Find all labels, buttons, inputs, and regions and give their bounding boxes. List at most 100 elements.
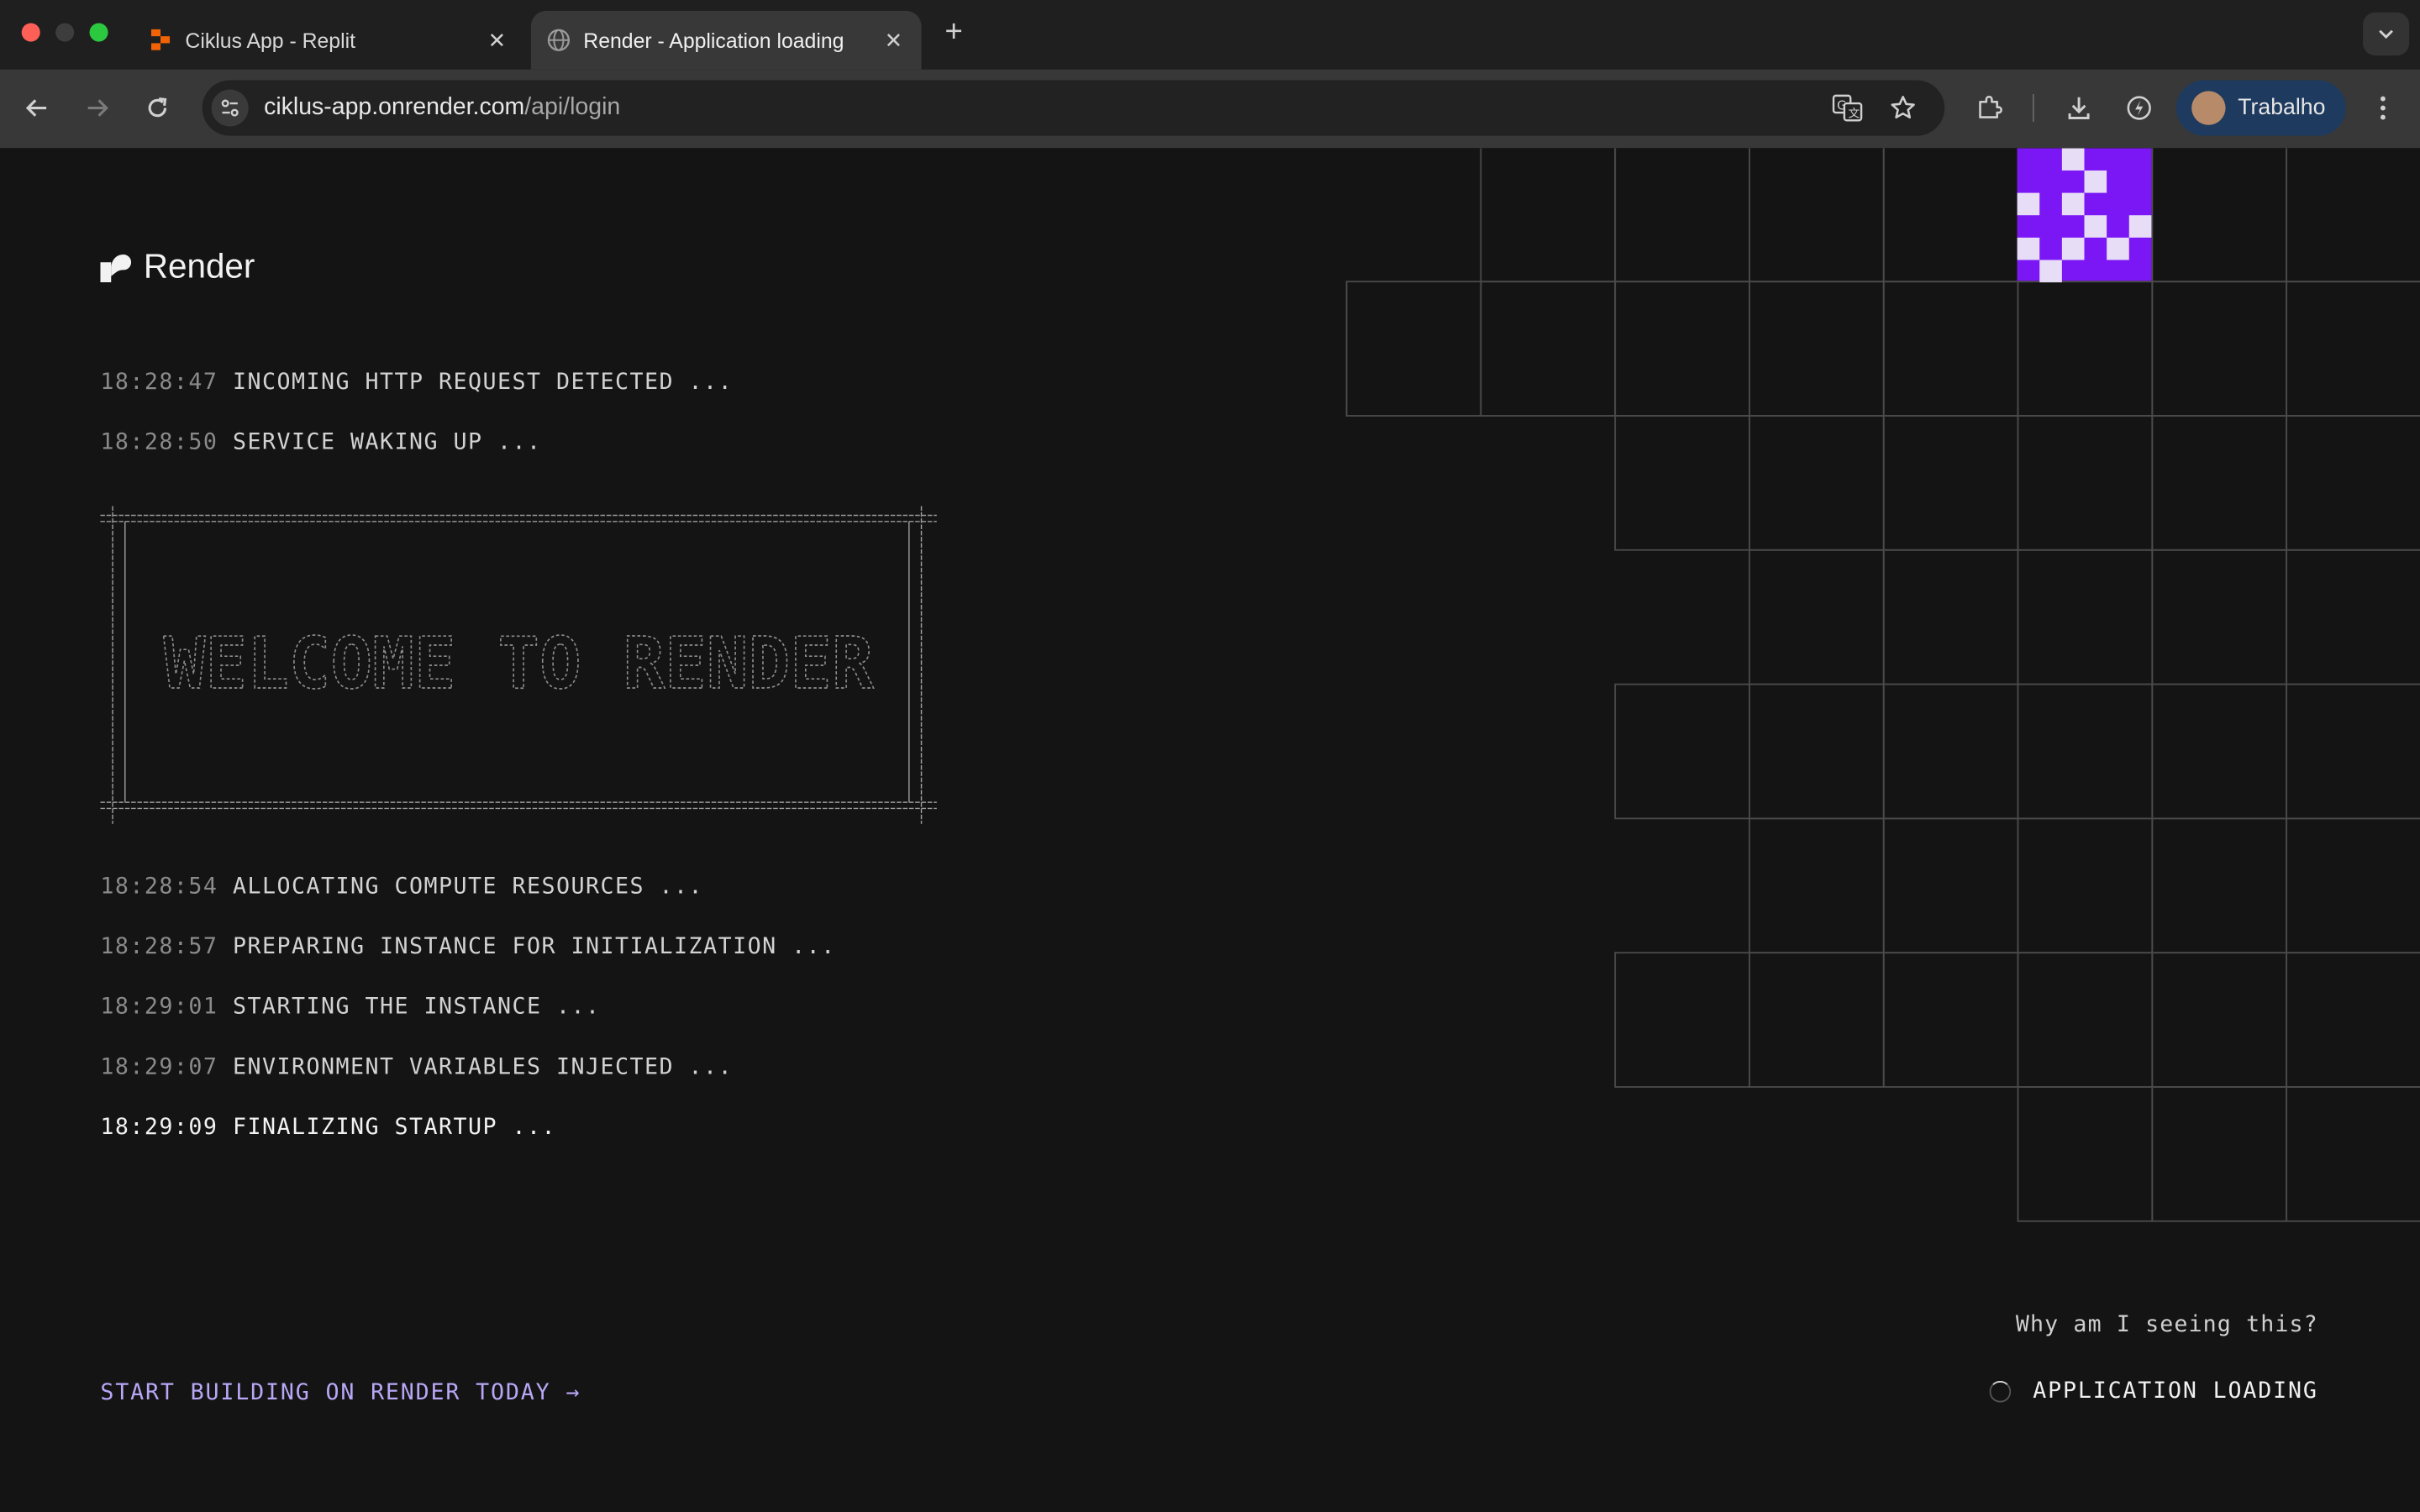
application-loading-status: APPLICATION LOADING xyxy=(1989,1379,2318,1404)
log-message: SERVICE WAKING UP ... xyxy=(232,430,542,455)
pixel-square xyxy=(2084,170,2107,193)
render-logo-icon xyxy=(100,255,132,283)
grid-cell xyxy=(1345,281,1482,417)
grid-cell xyxy=(1749,415,1885,551)
grid-cell xyxy=(2151,817,2288,954)
log-message: FINALIZING STARTUP ... xyxy=(232,1115,557,1141)
svg-text:文: 文 xyxy=(1848,108,1860,121)
grid-cell xyxy=(2151,549,2288,685)
performance-button[interactable] xyxy=(2119,88,2160,129)
grid-cell xyxy=(2151,952,2288,1088)
bookmark-star-icon[interactable] xyxy=(1889,94,1917,122)
log-time: 18:29:01 xyxy=(100,995,218,1021)
why-am-i-seeing-this-link[interactable]: Why am I seeing this? xyxy=(2016,1313,2318,1337)
grid-cell xyxy=(1749,549,1885,685)
back-button[interactable] xyxy=(17,88,57,129)
pixel-square xyxy=(2017,237,2040,260)
log-line-current: 18:29:09 FINALIZING STARTUP ... xyxy=(100,1116,556,1140)
grid-cell xyxy=(2286,415,2420,551)
log-message: INCOMING HTTP REQUEST DETECTED ... xyxy=(232,370,734,396)
tab-render-loading[interactable]: Render - Application loading ✕ xyxy=(530,10,922,70)
log-time: 18:29:09 xyxy=(100,1115,218,1141)
close-window-button[interactable] xyxy=(21,23,40,42)
menu-button[interactable] xyxy=(2363,88,2403,129)
grid-cell xyxy=(1614,415,1750,551)
grid-cell xyxy=(2151,281,2288,417)
pixel-square xyxy=(2061,237,2085,260)
globe-icon xyxy=(547,29,571,51)
url-host: ciklus-app.onrender.com xyxy=(264,94,525,121)
tab-ciklus-replit[interactable]: Ciklus App - Replit ✕ xyxy=(129,11,524,70)
url-text[interactable]: ciklus-app.onrender.com/api/login xyxy=(264,94,620,122)
grid-cell xyxy=(1749,952,1885,1088)
maximize-window-button[interactable] xyxy=(89,23,108,42)
tab-title: Ciklus App - Replit xyxy=(185,28,355,52)
tab-title: Render - Application loading xyxy=(583,28,844,52)
brand-name: Render xyxy=(143,246,255,286)
avatar xyxy=(2191,91,2226,125)
purple-pixel-block xyxy=(2017,148,2152,281)
grid-cell xyxy=(2017,817,2154,954)
grid-cell xyxy=(2286,281,2420,417)
render-loading-page: Render 18:28:47 INCOMING HTTP REQUEST DE… xyxy=(0,148,2420,1512)
puzzle-icon xyxy=(1979,95,2002,118)
log-time: 18:28:57 xyxy=(100,935,218,960)
chevron-down-icon xyxy=(2379,29,2393,39)
log-message: PREPARING INSTANCE FOR INITIALIZATION ..… xyxy=(232,935,836,960)
log-line: 18:28:50 SERVICE WAKING UP ... xyxy=(100,430,541,454)
decorative-grid xyxy=(1345,148,2420,1222)
welcome-ascii-banner: WELCOME TO RENDER xyxy=(100,506,937,824)
reload-icon xyxy=(148,97,167,118)
url-path: /api/login xyxy=(524,94,621,121)
toolbar-divider xyxy=(2032,94,2034,123)
start-building-link[interactable]: START BUILDING ON RENDER TODAY → xyxy=(100,1381,581,1405)
plus-icon[interactable]: + xyxy=(937,14,971,49)
grid-cell xyxy=(2017,1086,2154,1222)
grid-cell xyxy=(2151,683,2288,820)
grid-cell xyxy=(2286,817,2420,954)
grid-cell xyxy=(2017,683,2154,820)
grid-cell xyxy=(1480,148,1617,283)
kebab-menu-icon xyxy=(2380,96,2386,120)
log-line: 18:28:57 PREPARING INSTANCE FOR INITIALI… xyxy=(100,935,835,959)
grid-cell xyxy=(1882,549,2019,685)
render-logo[interactable]: Render xyxy=(100,247,255,287)
arrow-left-icon xyxy=(25,99,47,117)
grid-cell xyxy=(1614,281,1750,417)
profile-button[interactable]: Trabalho xyxy=(2175,80,2346,136)
log-time: 18:29:07 xyxy=(100,1055,218,1080)
minimize-window-button[interactable] xyxy=(55,23,75,42)
grid-cell xyxy=(2017,415,2154,551)
extensions-button[interactable] xyxy=(1970,88,2010,129)
speed-icon xyxy=(2127,96,2151,120)
grid-cell xyxy=(1749,148,1885,283)
grid-cell xyxy=(2151,415,2288,551)
downloads-button[interactable] xyxy=(2059,88,2099,129)
site-info-icon[interactable] xyxy=(211,89,249,127)
pixel-square xyxy=(2039,260,2062,283)
grid-cell xyxy=(1882,952,2019,1088)
translate-icon[interactable]: G文 xyxy=(1832,94,1863,122)
tab-search-button[interactable] xyxy=(2363,12,2410,56)
grid-cell xyxy=(1749,817,1885,954)
log-message: STARTING THE INSTANCE ... xyxy=(232,995,601,1021)
log-line: 18:29:01 STARTING THE INSTANCE ... xyxy=(100,995,600,1020)
reload-button[interactable] xyxy=(137,88,177,129)
status-text: APPLICATION LOADING xyxy=(2033,1379,2318,1404)
close-tab-icon[interactable]: ✕ xyxy=(878,24,909,55)
grid-cell xyxy=(2286,148,2420,283)
grid-cell xyxy=(2286,1086,2420,1222)
log-line: 18:28:54 ALLOCATING COMPUTE RESOURCES ..… xyxy=(100,874,703,899)
forward-button[interactable] xyxy=(77,88,118,129)
log-time: 18:28:54 xyxy=(100,874,218,900)
grid-cell xyxy=(1614,148,1750,283)
banner-text: WELCOME TO RENDER xyxy=(164,622,874,705)
log-time: 18:28:47 xyxy=(100,370,218,396)
close-tab-icon[interactable]: ✕ xyxy=(481,24,513,55)
loading-spinner-icon xyxy=(1989,1380,2012,1403)
browser-toolbar: ciklus-app.onrender.com/api/login G文 Tra… xyxy=(0,69,2420,149)
grid-cell xyxy=(1882,683,2019,820)
address-bar[interactable]: ciklus-app.onrender.com/api/login G文 xyxy=(202,80,1945,136)
download-icon xyxy=(2068,97,2090,119)
log-message: ENVIRONMENT VARIABLES INJECTED ... xyxy=(232,1055,734,1080)
